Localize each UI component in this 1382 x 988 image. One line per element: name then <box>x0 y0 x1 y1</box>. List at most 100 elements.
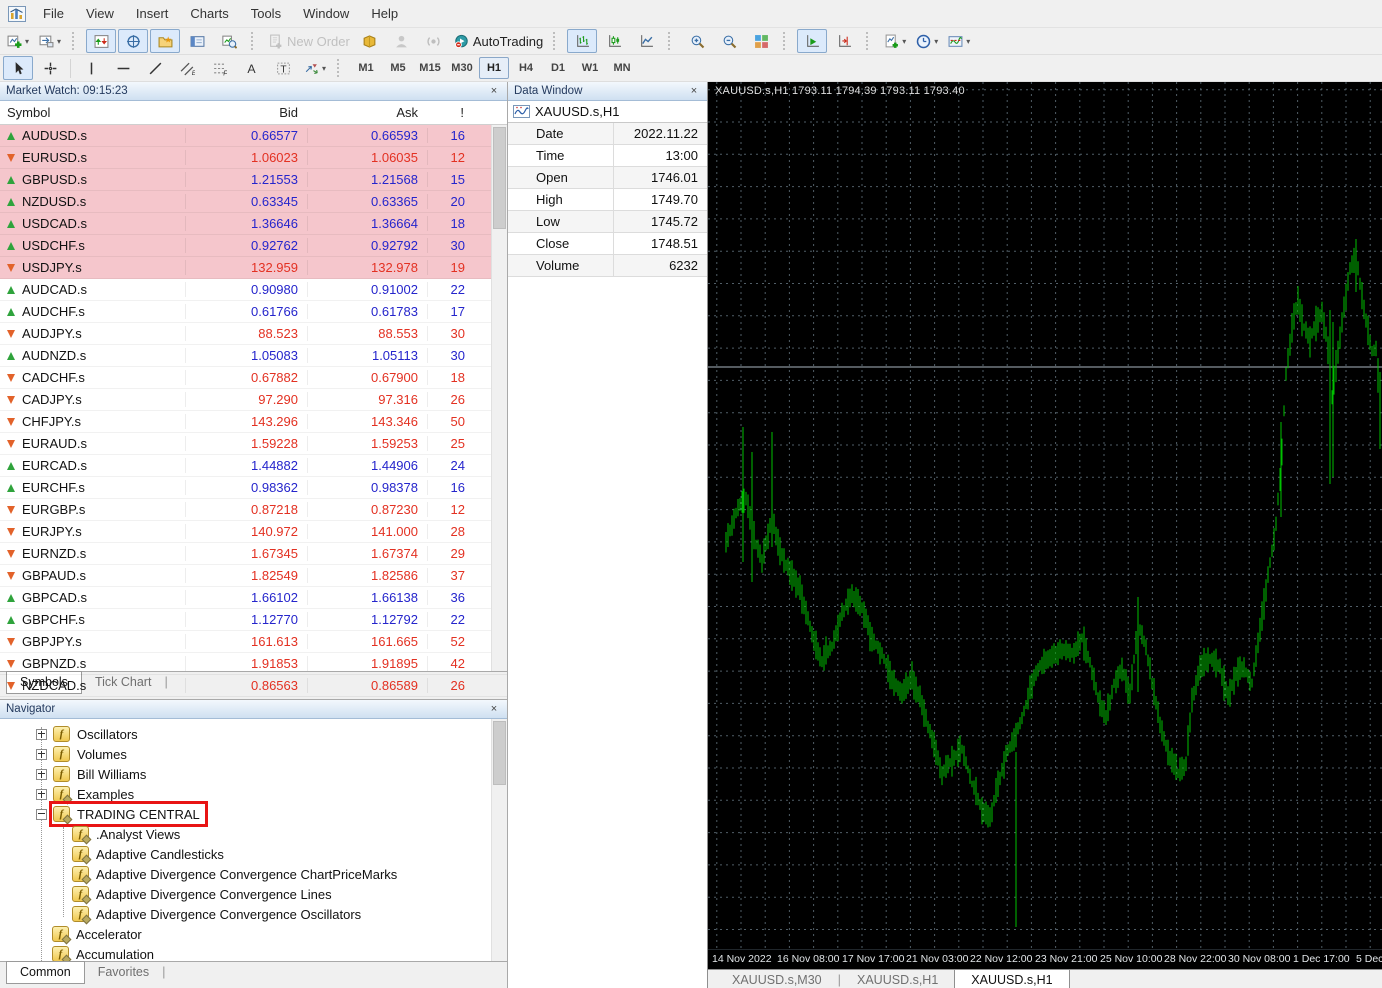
dropdown-caret-icon[interactable]: ▾ <box>322 64 326 73</box>
market-watch-row-CADJPY.s[interactable]: CADJPY.s97.29097.31626 <box>0 389 507 411</box>
timeframe-m1-button[interactable]: M1 <box>351 57 381 79</box>
navigator-item-accumulation[interactable]: fAccumulation <box>0 944 507 961</box>
navigator-item-trading-central[interactable]: fTRADING CENTRAL <box>0 804 507 824</box>
navigator-item-bill-williams[interactable]: fBill Williams <box>0 764 507 784</box>
market-watch-row-AUDNZD.s[interactable]: AUDNZD.s1.050831.0511330 <box>0 345 507 367</box>
market-watch-row-EURCHF.s[interactable]: EURCHF.s0.983620.9837816 <box>0 477 507 499</box>
data-window-button[interactable] <box>118 29 148 53</box>
dropdown-caret-icon[interactable]: ▾ <box>902 37 906 46</box>
expand-icon[interactable] <box>36 729 47 740</box>
scrollbar-thumb[interactable] <box>493 127 506 229</box>
chart-tab-2[interactable]: XAUUSD.s,H1 <box>841 970 954 988</box>
navigator-item-oscillators[interactable]: fOscillators <box>0 724 507 744</box>
close-icon[interactable]: × <box>687 85 701 97</box>
market-watch-row-AUDJPY.s[interactable]: AUDJPY.s88.52388.55330 <box>0 323 507 345</box>
navigator-item-adaptive-divergence-convergence-lines[interactable]: fAdaptive Divergence Convergence Lines <box>0 884 507 904</box>
market-watch-row-EURJPY.s[interactable]: EURJPY.s140.972141.00028 <box>0 521 507 543</box>
market-watch-row-CADCHF.s[interactable]: CADCHF.s0.678820.6790018 <box>0 367 507 389</box>
chart-tab-3[interactable]: XAUUSD.s,H1 <box>954 969 1069 988</box>
chart-time-axis[interactable]: 14 Nov 202216 Nov 08:0017 Nov 17:0021 No… <box>708 949 1382 969</box>
scrollbar-thumb[interactable] <box>493 721 506 785</box>
expand-icon[interactable] <box>36 789 47 800</box>
trendline-button[interactable] <box>140 56 170 80</box>
terminal-button[interactable] <box>182 29 212 53</box>
zoom-out-button[interactable] <box>714 29 744 53</box>
cursor-button[interactable] <box>3 56 33 80</box>
horizontal-line-button[interactable] <box>108 56 138 80</box>
timeframe-m15-button[interactable]: M15 <box>415 57 445 79</box>
market-watch-row-AUDCAD.s[interactable]: AUDCAD.s0.909800.9100222 <box>0 279 507 301</box>
navigator-item-adaptive-divergence-convergence-chartpricemarks[interactable]: fAdaptive Divergence Convergence ChartPr… <box>0 864 507 884</box>
menu-item-tools[interactable]: Tools <box>240 1 292 27</box>
navigator-button[interactable]: ★ <box>150 29 180 53</box>
auto-scroll-button[interactable] <box>797 29 827 53</box>
market-watch-row-USDJPY.s[interactable]: USDJPY.s132.959132.97819 <box>0 257 507 279</box>
market-watch-button[interactable] <box>86 29 116 53</box>
navigator-tab-common[interactable]: Common <box>6 961 85 984</box>
market-watch-row-GBPJPY.s[interactable]: GBPJPY.s161.613161.66552 <box>0 631 507 653</box>
close-icon[interactable]: × <box>487 703 501 715</box>
strategy-tester-button[interactable] <box>214 29 244 53</box>
crosshair-button[interactable] <box>35 56 65 80</box>
shapes-button[interactable]: ▾ <box>300 56 330 80</box>
timeframe-m30-button[interactable]: M30 <box>447 57 477 79</box>
templates-button[interactable]: ▾ <box>944 29 974 53</box>
market-watch-row-GBPUSD.s[interactable]: GBPUSD.s1.215531.2156815 <box>0 169 507 191</box>
menu-item-file[interactable]: File <box>32 1 75 27</box>
chart-bars-button[interactable] <box>567 29 597 53</box>
menu-item-charts[interactable]: Charts <box>179 1 239 27</box>
market-watch-row-GBPCAD.s[interactable]: GBPCAD.s1.661021.6613836 <box>0 587 507 609</box>
navigator-scrollbar[interactable] <box>491 719 507 961</box>
market-watch-row-USDCAD.s[interactable]: USDCAD.s1.366461.3666418 <box>0 213 507 235</box>
close-icon[interactable]: × <box>487 85 501 97</box>
market-watch-row-NZDCAD.s[interactable]: NZDCAD.s0.865630.8658926 <box>0 675 507 697</box>
market-watch-row-EURAUD.s[interactable]: EURAUD.s1.592281.5925325 <box>0 433 507 455</box>
menu-item-help[interactable]: Help <box>360 1 409 27</box>
market-watch-scrollbar[interactable] <box>491 125 507 671</box>
menu-item-view[interactable]: View <box>75 1 125 27</box>
fibonacci-button[interactable]: F <box>204 56 234 80</box>
expand-icon[interactable] <box>36 749 47 760</box>
chart-shift-button[interactable] <box>829 29 859 53</box>
column-header-spread[interactable]: ! <box>427 105 473 120</box>
dropdown-caret-icon[interactable]: ▾ <box>57 37 61 46</box>
new-chart-button[interactable]: ▾ <box>3 29 33 53</box>
navigator-item-adaptive-divergence-convergence-oscillators[interactable]: fAdaptive Divergence Convergence Oscilla… <box>0 904 507 924</box>
vertical-line-button[interactable] <box>76 56 106 80</box>
navigator-item-adaptive-candlesticks[interactable]: fAdaptive Candlesticks <box>0 844 507 864</box>
chart-area[interactable]: XAUUSD.s,H1 1793.11 1794.39 1793.11 1793… <box>708 82 1382 949</box>
dropdown-caret-icon[interactable]: ▾ <box>934 37 938 46</box>
dropdown-caret-icon[interactable]: ▾ <box>25 37 29 46</box>
market-watch-row-CHFJPY.s[interactable]: CHFJPY.s143.296143.34650 <box>0 411 507 433</box>
chart-tab-1[interactable]: XAUUSD.s,M30 <box>716 970 838 988</box>
timeframe-m5-button[interactable]: M5 <box>383 57 413 79</box>
navigator-tab-favorites[interactable]: Favorites <box>85 962 162 982</box>
tile-windows-button[interactable] <box>746 29 776 53</box>
column-header-symbol[interactable]: Symbol <box>0 105 185 120</box>
channel-button[interactable]: E <box>172 56 202 80</box>
market-watch-row-USDCHF.s[interactable]: USDCHF.s0.927620.9279230 <box>0 235 507 257</box>
text-button[interactable]: A <box>236 56 266 80</box>
timeframe-h4-button[interactable]: H4 <box>511 57 541 79</box>
market-watch-row-AUDCHF.s[interactable]: AUDCHF.s0.617660.6178317 <box>0 301 507 323</box>
expand-icon[interactable] <box>36 769 47 780</box>
text-label-button[interactable]: T <box>268 56 298 80</box>
market-watch-row-EURUSD.s[interactable]: EURUSD.s1.060231.0603512 <box>0 147 507 169</box>
autotrading-button[interactable]: AutoTrading <box>451 29 546 53</box>
market-watch-row-EURGBP.s[interactable]: EURGBP.s0.872180.8723012 <box>0 499 507 521</box>
market-watch-row-AUDUSD.s[interactable]: AUDUSD.s0.665770.6659316 <box>0 125 507 147</box>
navigator-item-accelerator[interactable]: fAccelerator <box>0 924 507 944</box>
menu-item-insert[interactable]: Insert <box>125 1 180 27</box>
timeframe-h1-button[interactable]: H1 <box>479 57 509 79</box>
column-header-ask[interactable]: Ask <box>307 105 427 120</box>
market-watch-row-GBPCHF.s[interactable]: GBPCHF.s1.127701.1279222 <box>0 609 507 631</box>
market-watch-row-GBPNZD.s[interactable]: GBPNZD.s1.918531.9189542 <box>0 653 507 675</box>
zoom-in-button[interactable] <box>682 29 712 53</box>
metaeditor-button[interactable] <box>355 29 385 53</box>
collapse-icon[interactable] <box>36 809 47 820</box>
menu-item-window[interactable]: Window <box>292 1 360 27</box>
market-watch-row-GBPAUD.s[interactable]: GBPAUD.s1.825491.8258637 <box>0 565 507 587</box>
market-watch-row-EURNZD.s[interactable]: EURNZD.s1.673451.6737429 <box>0 543 507 565</box>
timeframe-mn-button[interactable]: MN <box>607 57 637 79</box>
market-watch-row-EURCAD.s[interactable]: EURCAD.s1.448821.4490624 <box>0 455 507 477</box>
